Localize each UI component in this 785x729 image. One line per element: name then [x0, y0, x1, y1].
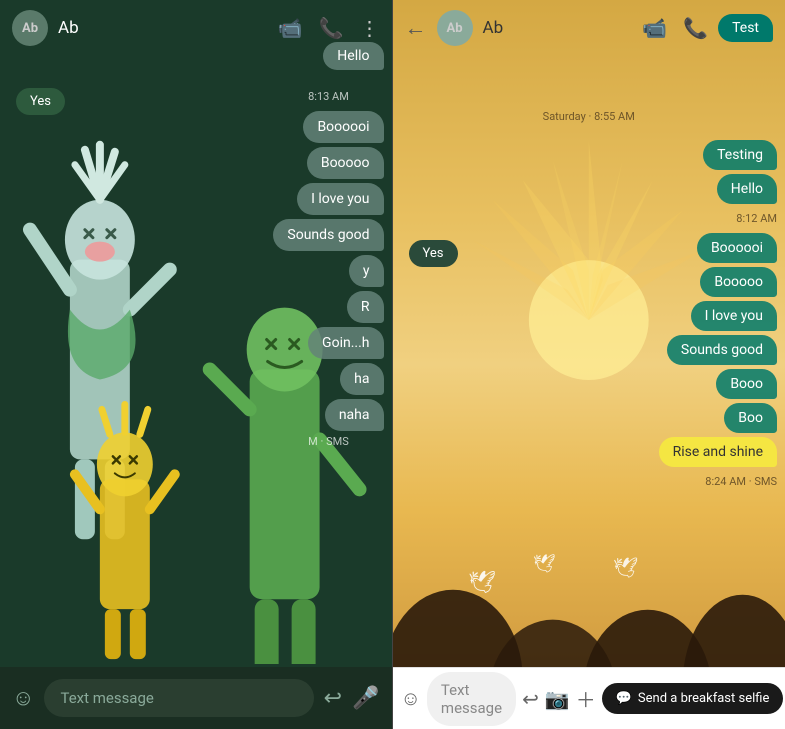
right-contact-name[interactable]: Ab — [483, 18, 633, 38]
camera-icon-right[interactable]: 📷 — [545, 687, 570, 711]
left-panel: Ab Ab 📹 📞 ⋮ Hello Yes — [0, 0, 392, 729]
text-input-left[interactable]: Text message — [44, 679, 313, 717]
breakfast-selfie-button[interactable]: 💬 Send a breakfast selfie — [602, 683, 784, 714]
left-time: 8:13 AM — [273, 90, 383, 103]
phone-icon-right[interactable]: 📞 — [683, 16, 708, 40]
left-avatar[interactable]: Ab — [12, 10, 48, 46]
msg-soundsgood-left: Sounds good — [273, 219, 383, 251]
video-call-icon[interactable]: 📹 — [278, 16, 303, 40]
emoji-icon-left[interactable]: ☺ — [12, 685, 34, 711]
more-icon[interactable]: ⋮ — [360, 16, 380, 40]
msg-boooooi-right: Boooooi — [697, 233, 777, 263]
phone-icon[interactable]: 📞 — [319, 16, 344, 40]
text-input-right[interactable]: Text message — [427, 672, 516, 726]
left-header-icons: 📹 📞 ⋮ — [278, 16, 380, 40]
test-bubble: Test — [718, 14, 773, 42]
msg-ha-left: ha — [340, 363, 383, 395]
breakfast-selfie-label: Send a breakfast selfie — [638, 691, 769, 706]
selfie-btn-icon: 💬 — [616, 691, 632, 706]
left-sms-label: M · SMS — [273, 435, 383, 448]
attach-icon-right[interactable]: ↩ — [522, 687, 539, 711]
msg-soundsgood-right: Sounds good — [667, 335, 777, 365]
msg-booooo-right: Booooo — [700, 267, 777, 297]
msg-going-left: Goin...h — [308, 327, 383, 359]
add-icon-right[interactable]: ＋ — [576, 684, 596, 713]
msg-booo-right: Booo — [716, 369, 777, 399]
right-bottom-bar: ☺ Text message ↩ 📷 ＋ 💬 Send a breakfast … — [393, 667, 785, 729]
emoji-icon-right[interactable]: ☺ — [401, 686, 421, 711]
msg-hello-right: Hello — [717, 174, 777, 204]
msg-boooooi-left: Boooooi — [303, 111, 383, 143]
back-icon[interactable]: ← — [405, 15, 427, 41]
right-header-icons: 📹 📞 — [642, 16, 708, 40]
svg-text:🕊: 🕊 — [467, 571, 495, 596]
attach-icon-left[interactable]: ↩ — [324, 686, 342, 711]
svg-text:🕊: 🕊 — [532, 554, 555, 575]
svg-text:🕊: 🕊 — [612, 556, 637, 580]
msg-r-left: R — [347, 291, 384, 323]
yes-button-right[interactable]: Yes — [409, 240, 458, 267]
msg-riseshine-right: Rise and shine — [659, 437, 777, 467]
msg-y-left: y — [349, 255, 384, 287]
date-label-right: Saturday · 8:55 AM — [393, 110, 785, 123]
left-bottom-bar: ☺ Text message ↩ 🎤 — [0, 667, 392, 729]
yes-button-left[interactable]: Yes — [16, 88, 65, 115]
video-call-icon-right[interactable]: 📹 — [642, 16, 667, 40]
msg-testing-right: Testing — [703, 140, 777, 170]
right-avatar[interactable]: Ab — [437, 10, 473, 46]
panel-divider — [392, 0, 393, 729]
right-panel: 🕊 🕊 🕊 ← Ab Ab 📹 📞 Test Saturday · 8:55 A… — [393, 0, 785, 729]
msg-boo-right: Boo — [724, 403, 777, 433]
time2-right: 8:24 AM · SMS — [705, 475, 777, 488]
left-contact-name[interactable]: Ab — [58, 18, 268, 38]
left-messages: 8:13 AM Boooooi Booooo I love you Sounds… — [273, 90, 383, 452]
msg-naha-left: naha — [325, 399, 384, 431]
left-header: Ab Ab 📹 📞 ⋮ — [0, 0, 392, 56]
mic-icon-left[interactable]: 🎤 — [352, 686, 379, 711]
right-messages: Testing Hello 8:12 AM Boooooi Booooo I l… — [659, 140, 777, 492]
msg-booooo-left: Booooo — [307, 147, 384, 179]
msg-iloveyou-right: I love you — [691, 301, 777, 331]
msg-iloveyou-left: I love you — [297, 183, 383, 215]
right-header: ← Ab Ab 📹 📞 Test — [393, 0, 785, 56]
time1-right: 8:12 AM — [736, 212, 777, 225]
